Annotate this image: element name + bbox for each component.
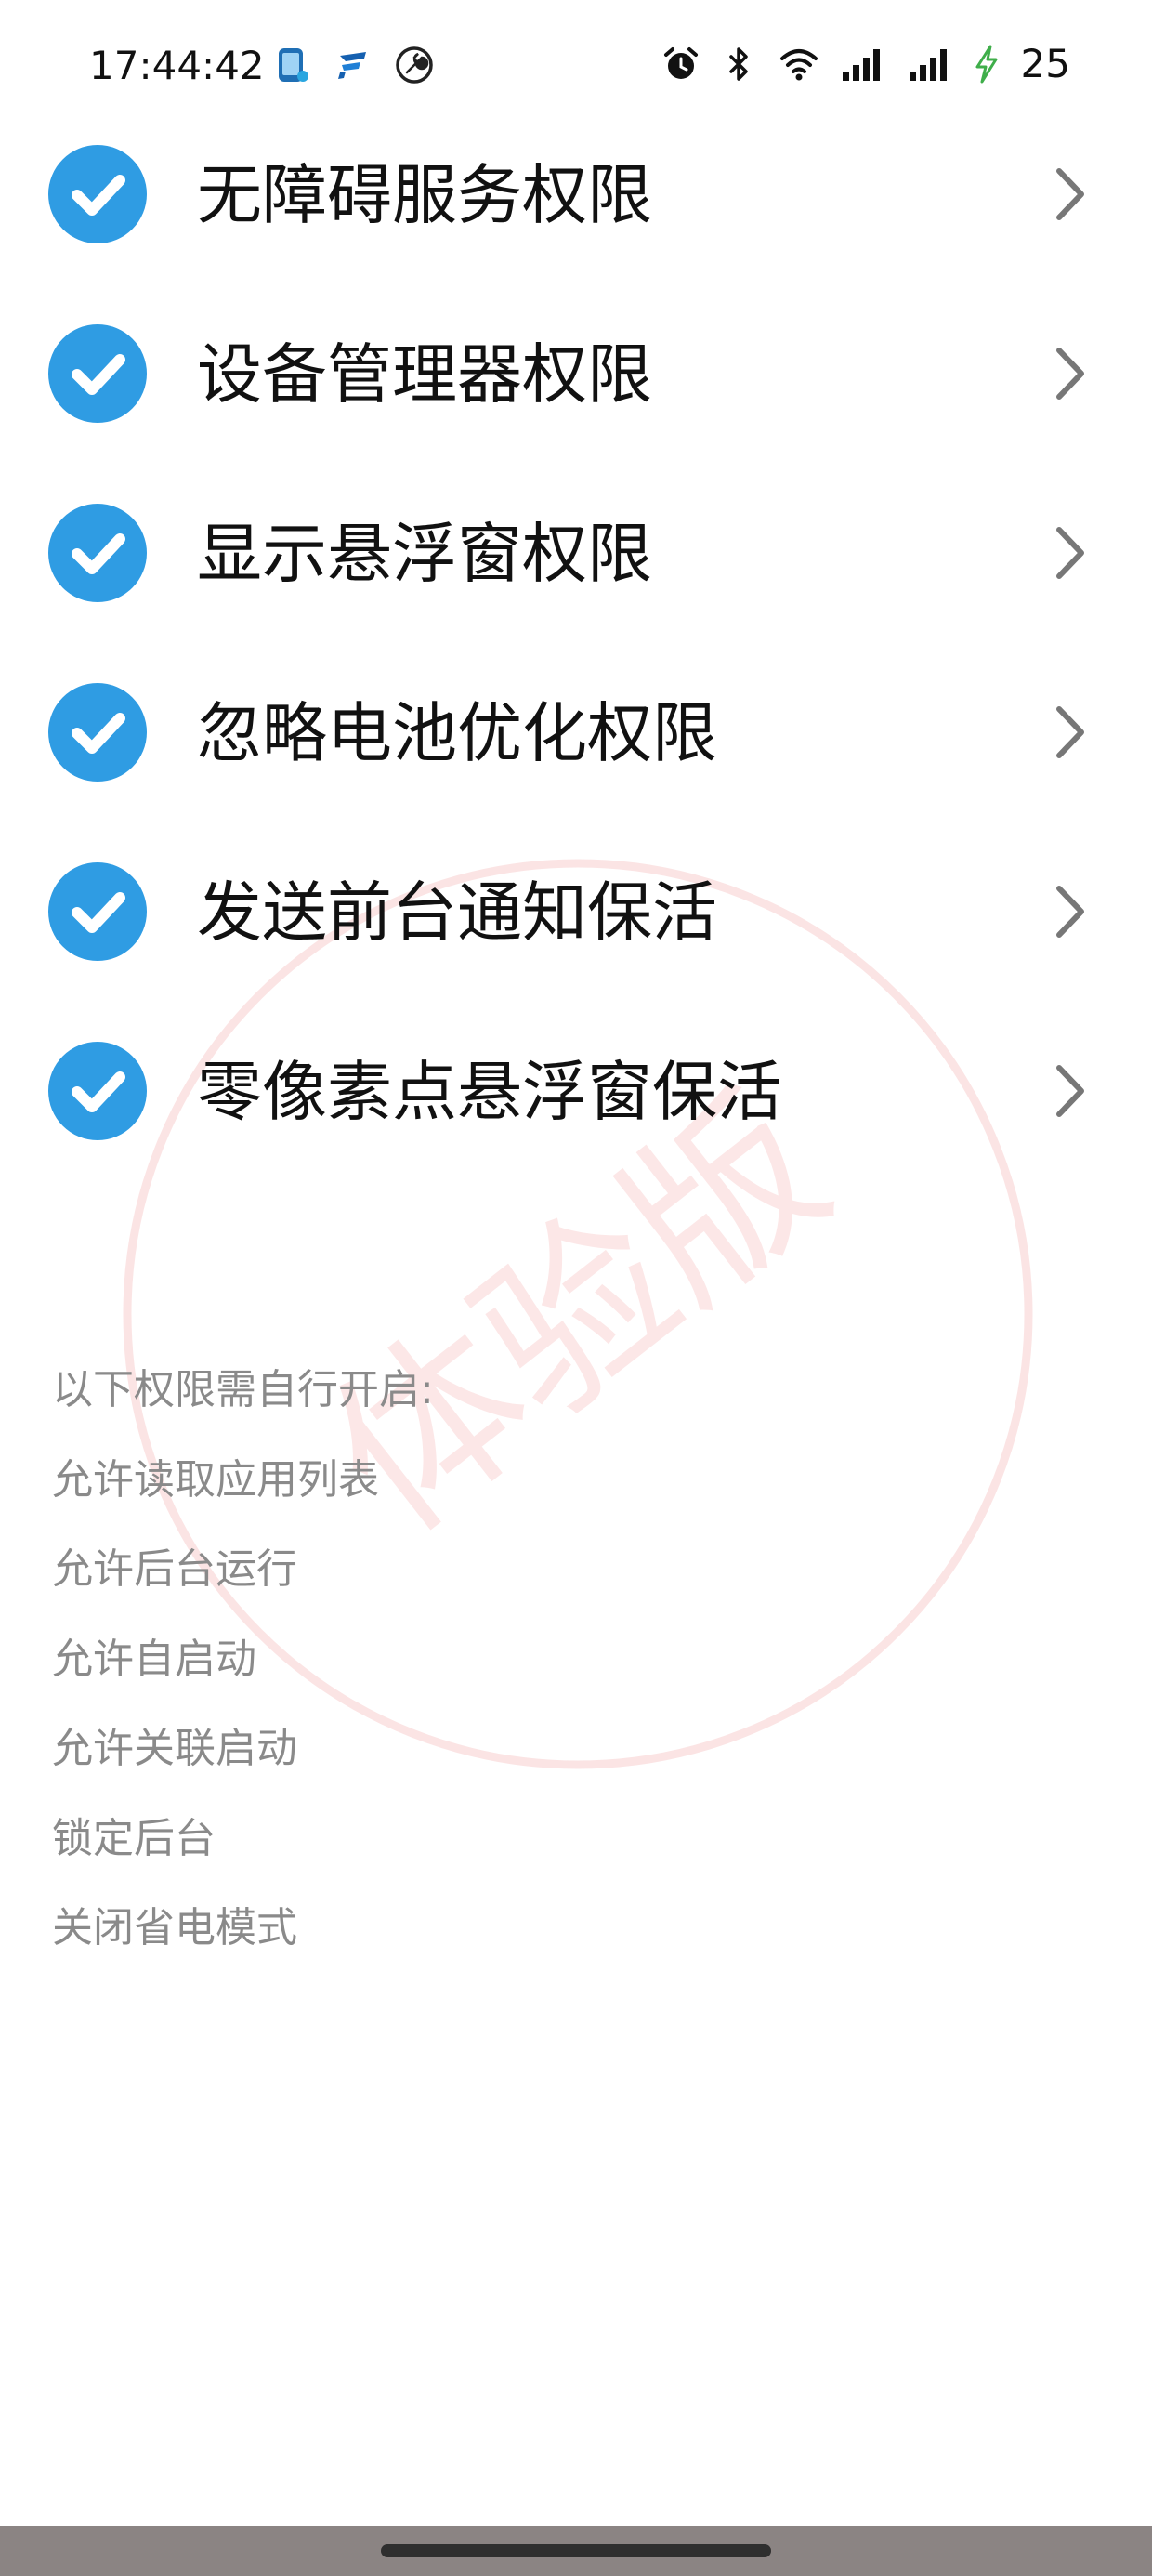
permission-label: 显示悬浮窗权限 — [197, 516, 652, 592]
notes-header: 以下权限需自行开启: — [52, 1366, 434, 1413]
permission-label: 设备管理器权限 — [197, 336, 652, 413]
note-item: 允许后台运行 — [52, 1545, 297, 1593]
wifi-icon — [776, 44, 822, 85]
check-icon — [48, 683, 147, 782]
permission-label: 发送前台通知保活 — [197, 874, 717, 951]
permission-item-device-admin[interactable]: 设备管理器权限 — [0, 283, 1152, 463]
chevron-right-icon — [1056, 886, 1084, 938]
phone-app-icon — [271, 45, 312, 85]
battery-level: 25 — [1020, 41, 1070, 86]
status-time: 17:44:42 — [89, 43, 265, 88]
charging-icon — [973, 44, 1001, 85]
home-indicator[interactable] — [381, 2544, 771, 2557]
permission-item-accessibility[interactable]: 无障碍服务权限 — [0, 104, 1152, 283]
chevron-right-icon — [1056, 706, 1084, 758]
note-item: 允许自启动 — [52, 1635, 256, 1683]
permission-label: 无障碍服务权限 — [197, 157, 652, 233]
chevron-right-icon — [1056, 1065, 1084, 1117]
permission-item-zero-pixel-overlay[interactable]: 零像素点悬浮窗保活 — [0, 1001, 1152, 1180]
note-item: 锁定后台 — [52, 1814, 216, 1862]
alarm-icon — [661, 44, 701, 85]
check-icon — [48, 504, 147, 602]
navigation-bar — [0, 2526, 1152, 2576]
system-status-icons: 25 — [661, 41, 1070, 86]
check-icon — [48, 1042, 147, 1140]
permission-label: 零像素点悬浮窗保活 — [197, 1054, 782, 1130]
note-item: 允许读取应用列表 — [52, 1455, 379, 1504]
permission-settings-page: 17:44:42 25 体验版 无障碍服务权限 设备管理器权限 显示悬浮窗权限 … — [0, 0, 1152, 2576]
check-icon — [48, 145, 147, 243]
chevron-right-icon — [1056, 348, 1084, 400]
permission-list: 无障碍服务权限 设备管理器权限 显示悬浮窗权限 忽略电池优化权限 发送前台通知保… — [0, 104, 1152, 1180]
permission-item-foreground-notification[interactable]: 发送前台通知保活 — [0, 821, 1152, 1001]
permission-item-overlay[interactable]: 显示悬浮窗权限 — [0, 463, 1152, 642]
check-icon — [48, 324, 147, 423]
notification-icons — [271, 45, 435, 85]
check-icon — [48, 862, 147, 961]
manual-permissions-notes: 以下权限需自行开启: 允许读取应用列表 允许后台运行 允许自启动 允许关联启动 … — [52, 1346, 1074, 1974]
wrench-app-icon — [394, 45, 435, 85]
permission-label: 忽略电池优化权限 — [197, 695, 717, 771]
note-item: 允许关联启动 — [52, 1725, 297, 1772]
note-item: 关闭省电模式 — [52, 1904, 297, 1952]
signal-icon — [839, 44, 889, 85]
permission-item-battery-optimization[interactable]: 忽略电池优化权限 — [0, 642, 1152, 821]
bluetooth-icon — [718, 44, 759, 85]
chevron-right-icon — [1056, 168, 1084, 220]
f-app-icon — [333, 45, 373, 85]
signal-icon — [906, 44, 956, 85]
chevron-right-icon — [1056, 527, 1084, 579]
